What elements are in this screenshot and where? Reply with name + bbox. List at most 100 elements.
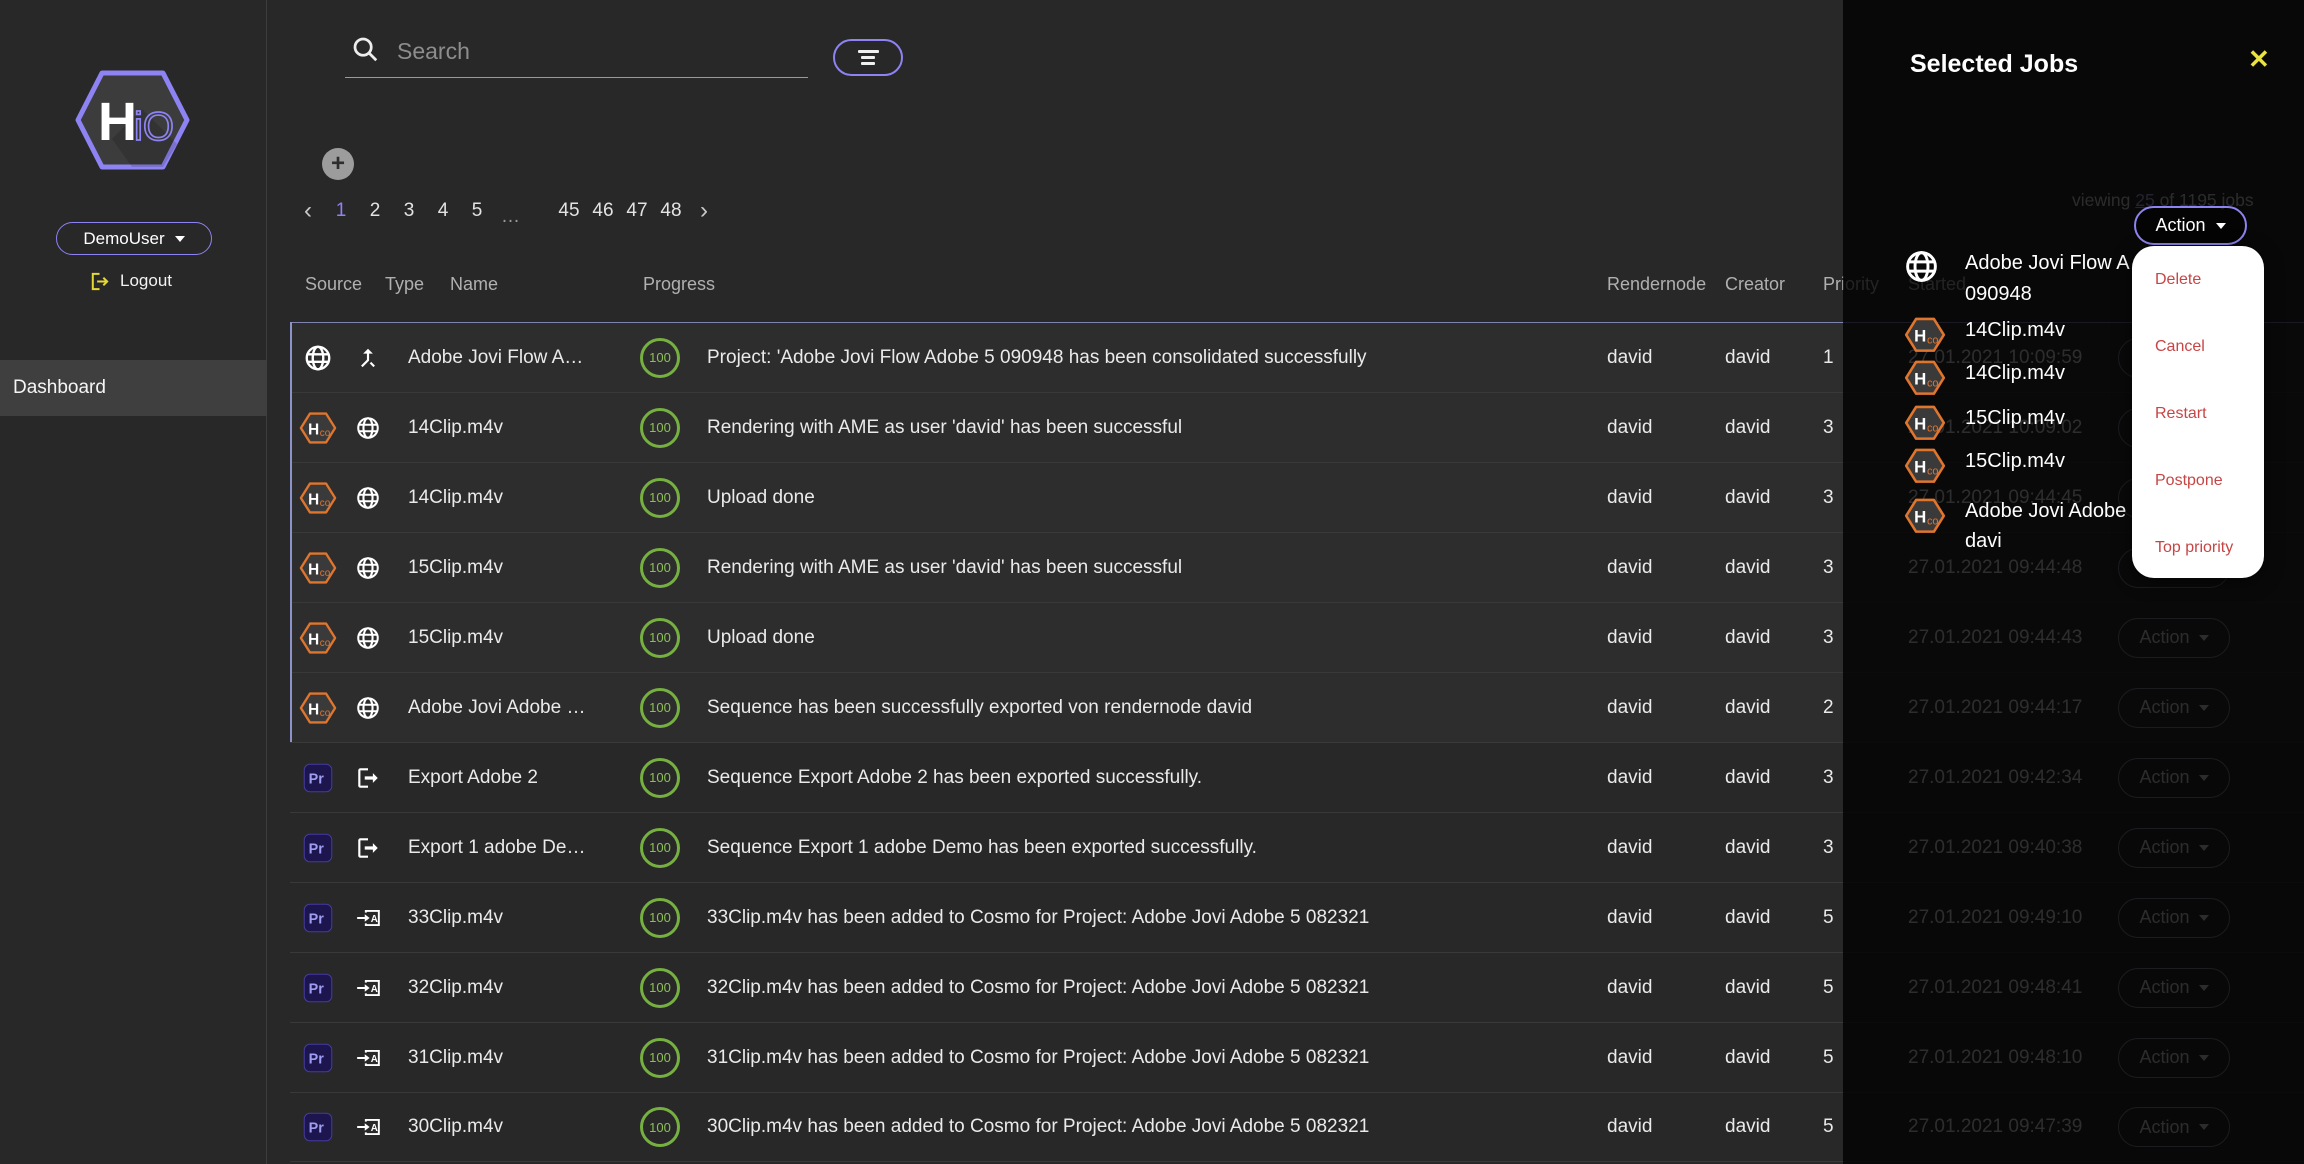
progress-badge: 100 xyxy=(640,478,680,518)
page-prev-button[interactable]: ‹ xyxy=(298,201,318,221)
hco-source-icon: Hco xyxy=(296,410,340,446)
job-rendernode: david xyxy=(1607,837,1652,859)
svg-text:co: co xyxy=(1927,516,1939,528)
svg-text:Pr: Pr xyxy=(309,981,325,997)
job-name: 15Clip.m4v xyxy=(408,557,618,579)
progress-badge: 100 xyxy=(640,968,680,1008)
import-icon: A xyxy=(349,905,387,931)
job-creator: david xyxy=(1725,417,1770,439)
selected-job-name: Adobe Jovi Adobe davi xyxy=(1965,496,2126,556)
menu-item-delete[interactable]: Delete xyxy=(2155,271,2201,291)
job-rendernode: david xyxy=(1607,557,1652,579)
premiere-source-icon: Pr xyxy=(296,1112,340,1142)
selected-job-item: Hco15Clip.m4v xyxy=(1903,446,2065,486)
user-menu-button[interactable]: DemoUser xyxy=(56,222,212,255)
job-priority: 3 xyxy=(1823,767,1834,789)
svg-text:H: H xyxy=(308,701,319,718)
job-message: Sequence Export 1 adobe Demo has been ex… xyxy=(707,837,1587,859)
hco-source-icon: Hco xyxy=(296,620,340,656)
progress-value: 100 xyxy=(649,700,671,715)
job-creator: david xyxy=(1725,767,1770,789)
hco-icon: Hco xyxy=(1903,358,1949,398)
job-rendernode: david xyxy=(1607,347,1652,369)
svg-text:H: H xyxy=(308,421,319,438)
import-icon: A xyxy=(349,975,387,1001)
search-bar xyxy=(345,26,808,78)
page-next-button[interactable]: › xyxy=(694,201,714,221)
logout-icon xyxy=(88,270,111,293)
job-creator: david xyxy=(1725,837,1770,859)
page-button-3[interactable]: 3 xyxy=(398,200,420,222)
hco-icon: Hco xyxy=(1903,315,1949,355)
selected-job-name: 15Clip.m4v xyxy=(1965,446,2065,486)
export-icon xyxy=(349,835,387,861)
hco-source-icon: Hco xyxy=(296,690,340,726)
globe-icon xyxy=(349,555,387,581)
close-icon[interactable]: ✕ xyxy=(2248,44,2270,75)
job-rendernode: david xyxy=(1607,1047,1652,1069)
svg-text:H: H xyxy=(1914,458,1926,477)
menu-item-postpone[interactable]: Postpone xyxy=(2155,472,2223,492)
job-priority: 3 xyxy=(1823,417,1834,439)
svg-text:H: H xyxy=(1914,370,1926,389)
job-priority: 3 xyxy=(1823,557,1834,579)
job-creator: david xyxy=(1725,557,1770,579)
filter-button[interactable] xyxy=(833,39,903,76)
job-creator: david xyxy=(1725,627,1770,649)
job-rendernode: david xyxy=(1607,1116,1652,1138)
column-header-rendernode[interactable]: Rendernode xyxy=(1607,274,1706,295)
export-icon xyxy=(349,765,387,791)
search-icon xyxy=(350,34,380,64)
column-header-source[interactable]: Source xyxy=(305,274,362,295)
page-button-48[interactable]: 48 xyxy=(660,200,682,222)
sidebar-item-dashboard[interactable]: Dashboard xyxy=(0,360,267,416)
progress-badge: 100 xyxy=(640,828,680,868)
bulk-action-button[interactable]: Action xyxy=(2134,206,2247,245)
job-priority: 3 xyxy=(1823,487,1834,509)
page-button-5[interactable]: 5 xyxy=(466,200,488,222)
page-button-46[interactable]: 46 xyxy=(592,200,614,222)
add-job-button[interactable]: + xyxy=(322,148,354,180)
job-name: 15Clip.m4v xyxy=(408,627,618,649)
progress-value: 100 xyxy=(649,630,671,645)
page-button-4[interactable]: 4 xyxy=(432,200,454,222)
svg-text:H: H xyxy=(1914,327,1926,346)
svg-text:H: H xyxy=(308,491,319,508)
job-name: 33Clip.m4v xyxy=(408,907,618,929)
svg-text:co: co xyxy=(320,568,331,579)
column-header-type[interactable]: Type xyxy=(385,274,424,295)
progress-value: 100 xyxy=(649,560,671,575)
column-header-name[interactable]: Name xyxy=(450,274,498,295)
progress-badge: 100 xyxy=(640,898,680,938)
progress-badge: 100 xyxy=(640,618,680,658)
job-creator: david xyxy=(1725,697,1770,719)
page-button-45[interactable]: 45 xyxy=(558,200,580,222)
progress-badge: 100 xyxy=(640,688,680,728)
menu-item-top-priority[interactable]: Top priority xyxy=(2155,539,2233,559)
page-button-1[interactable]: 1 xyxy=(330,200,352,222)
svg-text:H: H xyxy=(98,92,137,152)
search-input[interactable] xyxy=(397,32,797,70)
menu-item-restart[interactable]: Restart xyxy=(2155,405,2207,425)
globe-icon xyxy=(349,485,387,511)
svg-text:Pr: Pr xyxy=(309,841,325,857)
page-button-2[interactable]: 2 xyxy=(364,200,386,222)
svg-text:A: A xyxy=(371,913,378,924)
job-message: 33Clip.m4v has been added to Cosmo for P… xyxy=(707,907,1587,929)
page-button-47[interactable]: 47 xyxy=(626,200,648,222)
job-name: 14Clip.m4v xyxy=(408,487,618,509)
job-name: 32Clip.m4v xyxy=(408,977,618,999)
logout-button[interactable]: Logout xyxy=(88,267,172,295)
menu-item-cancel[interactable]: Cancel xyxy=(2155,338,2205,358)
column-header-progress[interactable]: Progress xyxy=(643,274,715,295)
selected-jobs-panel: Selected Jobs ✕ Action Adobe Jovi Flow A… xyxy=(1843,0,2304,1164)
import-icon: A xyxy=(349,1045,387,1071)
selected-job-item: Hco15Clip.m4v xyxy=(1903,403,2065,443)
hio-logo-icon: H iO xyxy=(72,67,193,173)
filter-icon xyxy=(858,50,879,53)
column-header-creator[interactable]: Creator xyxy=(1725,274,1785,295)
sidebar-item-label: Dashboard xyxy=(13,377,106,399)
premiere-source-icon: Pr xyxy=(296,763,340,793)
pagination: ‹12345…45464748› xyxy=(298,196,714,226)
selected-job-item: Hco14Clip.m4v xyxy=(1903,315,2065,355)
